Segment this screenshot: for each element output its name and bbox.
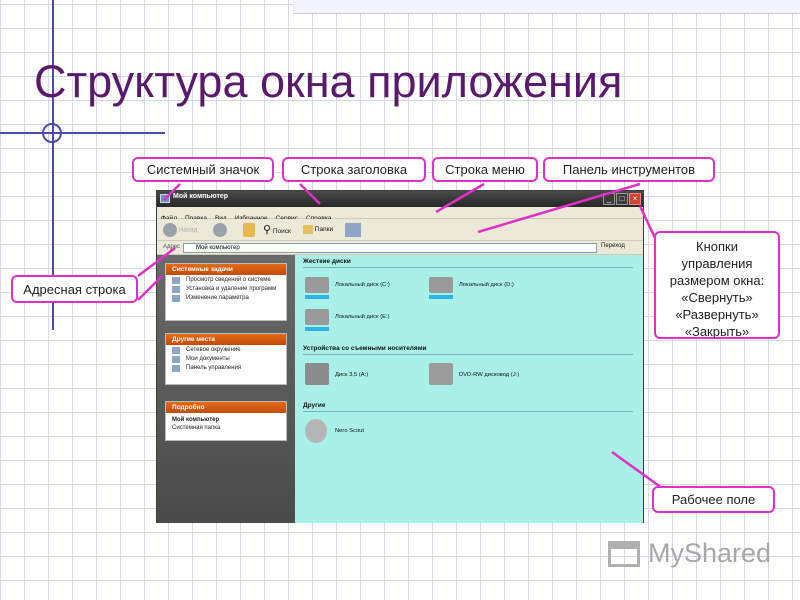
myshared-logo-text: MyShared [648, 538, 772, 568]
place-item[interactable]: Панель управления [166, 363, 286, 372]
details-title[interactable]: Подробно [166, 402, 286, 413]
place-item[interactable]: Сетевое окружение [166, 345, 286, 354]
hard-disk-icon [305, 309, 329, 325]
minimize-icon[interactable]: _ [603, 193, 615, 205]
maximize-icon[interactable]: □ [616, 193, 628, 205]
callout-address-bar: Адресная строка [11, 275, 138, 303]
address-label: Адрес [163, 244, 181, 250]
callout-window-buttons-line: «Развернуть» [675, 307, 759, 322]
group-title-removable: Устройства со съемными носителями [303, 345, 427, 352]
task-item[interactable]: Установка и удаление программ [166, 284, 286, 293]
folders-label: Папки [314, 226, 334, 233]
callout-window-buttons-line: размером окна: [669, 273, 765, 288]
system-tasks-panel: Системные задачи Просмотр сведений о сис… [165, 263, 287, 321]
item-label: Nero Scout [335, 428, 364, 434]
task-item[interactable]: Просмотр сведений о системе [166, 275, 286, 284]
drive-label: DVD-RW дисковод (J:) [459, 372, 520, 378]
system-icon[interactable] [160, 194, 170, 203]
back-label: Назад [178, 226, 198, 234]
other-places-title[interactable]: Другие места [166, 334, 286, 345]
system-tasks-title[interactable]: Системные задачи [166, 264, 286, 275]
place-item[interactable]: Мои документы [166, 354, 286, 363]
back-button[interactable]: Назад [163, 223, 197, 237]
callout-window-buttons: Кнопки управления размером окна: «Сверну… [654, 231, 780, 339]
floppy-icon [305, 363, 329, 385]
task-pane: Системные задачи Просмотр сведений о сис… [157, 255, 295, 523]
forward-button[interactable] [213, 223, 227, 237]
group-title-hard-disks: Жесткие диски [303, 258, 351, 265]
top-band [293, 0, 800, 14]
close-icon[interactable]: × [629, 193, 641, 205]
search-icon: ⚲ [263, 224, 272, 236]
hard-disk-icon [305, 277, 329, 293]
divider [303, 411, 633, 412]
callout-menu-bar: Строка меню [432, 157, 538, 182]
callout-title-bar: Строка заголовка [282, 157, 426, 182]
drive-label: Локальный диск (C:) [335, 282, 390, 288]
callout-window-buttons-line: Кнопки [696, 239, 738, 254]
window-title: Мой компьютер [173, 193, 229, 200]
details-name: Мой компьютер [172, 417, 220, 423]
workspace: Жесткие диски Локальный диск (C:) Локаль… [295, 255, 643, 523]
application-window: Мой компьютер _ □ × ФайлПравкаВидИзбранн… [156, 190, 644, 523]
details-panel: Подробно Мой компьютер Системная папка [165, 401, 287, 441]
divider [303, 267, 633, 268]
slide-title: Структура окна приложения [34, 56, 623, 107]
dvd-icon [429, 363, 453, 385]
views-icon[interactable] [345, 223, 361, 237]
callout-toolbar: Панель инструментов [543, 157, 715, 182]
hard-disk-icon [429, 277, 453, 293]
toolbar: Назад ⚲ Поиск Папки [157, 219, 643, 241]
drive-label: Диск 3,5 (A:) [335, 372, 369, 378]
forward-icon [213, 223, 227, 237]
address-field[interactable]: Мой компьютер [183, 243, 597, 253]
disk-usage-bar [305, 327, 329, 331]
myshared-logo-icon [608, 541, 640, 567]
task-item[interactable]: Изменение параметра [166, 293, 286, 302]
folders-icon [303, 224, 313, 234]
callout-window-buttons-line: «Закрыть» [684, 324, 750, 339]
drive-label: Локальный диск (D:) [459, 282, 514, 288]
back-icon [163, 223, 177, 237]
guide-horizontal-line [0, 132, 165, 134]
folders-button[interactable]: Папки [303, 223, 333, 237]
callout-window-buttons-line: управления [681, 256, 753, 271]
callout-window-buttons-line: «Свернуть» [681, 290, 753, 305]
title-bar[interactable]: Мой компьютер _ □ × [157, 191, 643, 207]
group-title-other: Другие [303, 402, 326, 409]
crosshair-icon [42, 123, 62, 143]
details-text: Мой компьютер Системная папка [166, 413, 286, 435]
callout-workspace: Рабочее поле [652, 486, 775, 513]
address-bar: Адрес Мой компьютер Переход [157, 241, 643, 255]
search-button[interactable]: ⚲ Поиск [263, 223, 291, 237]
drive-label: Локальный диск (E:) [335, 314, 390, 320]
menu-bar: ФайлПравкаВидИзбранноеСервисСправка [157, 207, 643, 222]
search-label: Поиск [272, 228, 291, 235]
callout-system-icon: Системный значок [132, 157, 274, 182]
go-button[interactable]: Переход [601, 243, 625, 249]
disk-usage-bar [429, 295, 453, 299]
up-folder-icon[interactable] [243, 223, 255, 237]
other-places-panel: Другие места Сетевое окружение Мои докум… [165, 333, 287, 385]
divider [303, 354, 633, 355]
details-desc: Системная папка [172, 425, 221, 431]
disk-usage-bar [305, 295, 329, 299]
nero-icon [305, 419, 327, 443]
